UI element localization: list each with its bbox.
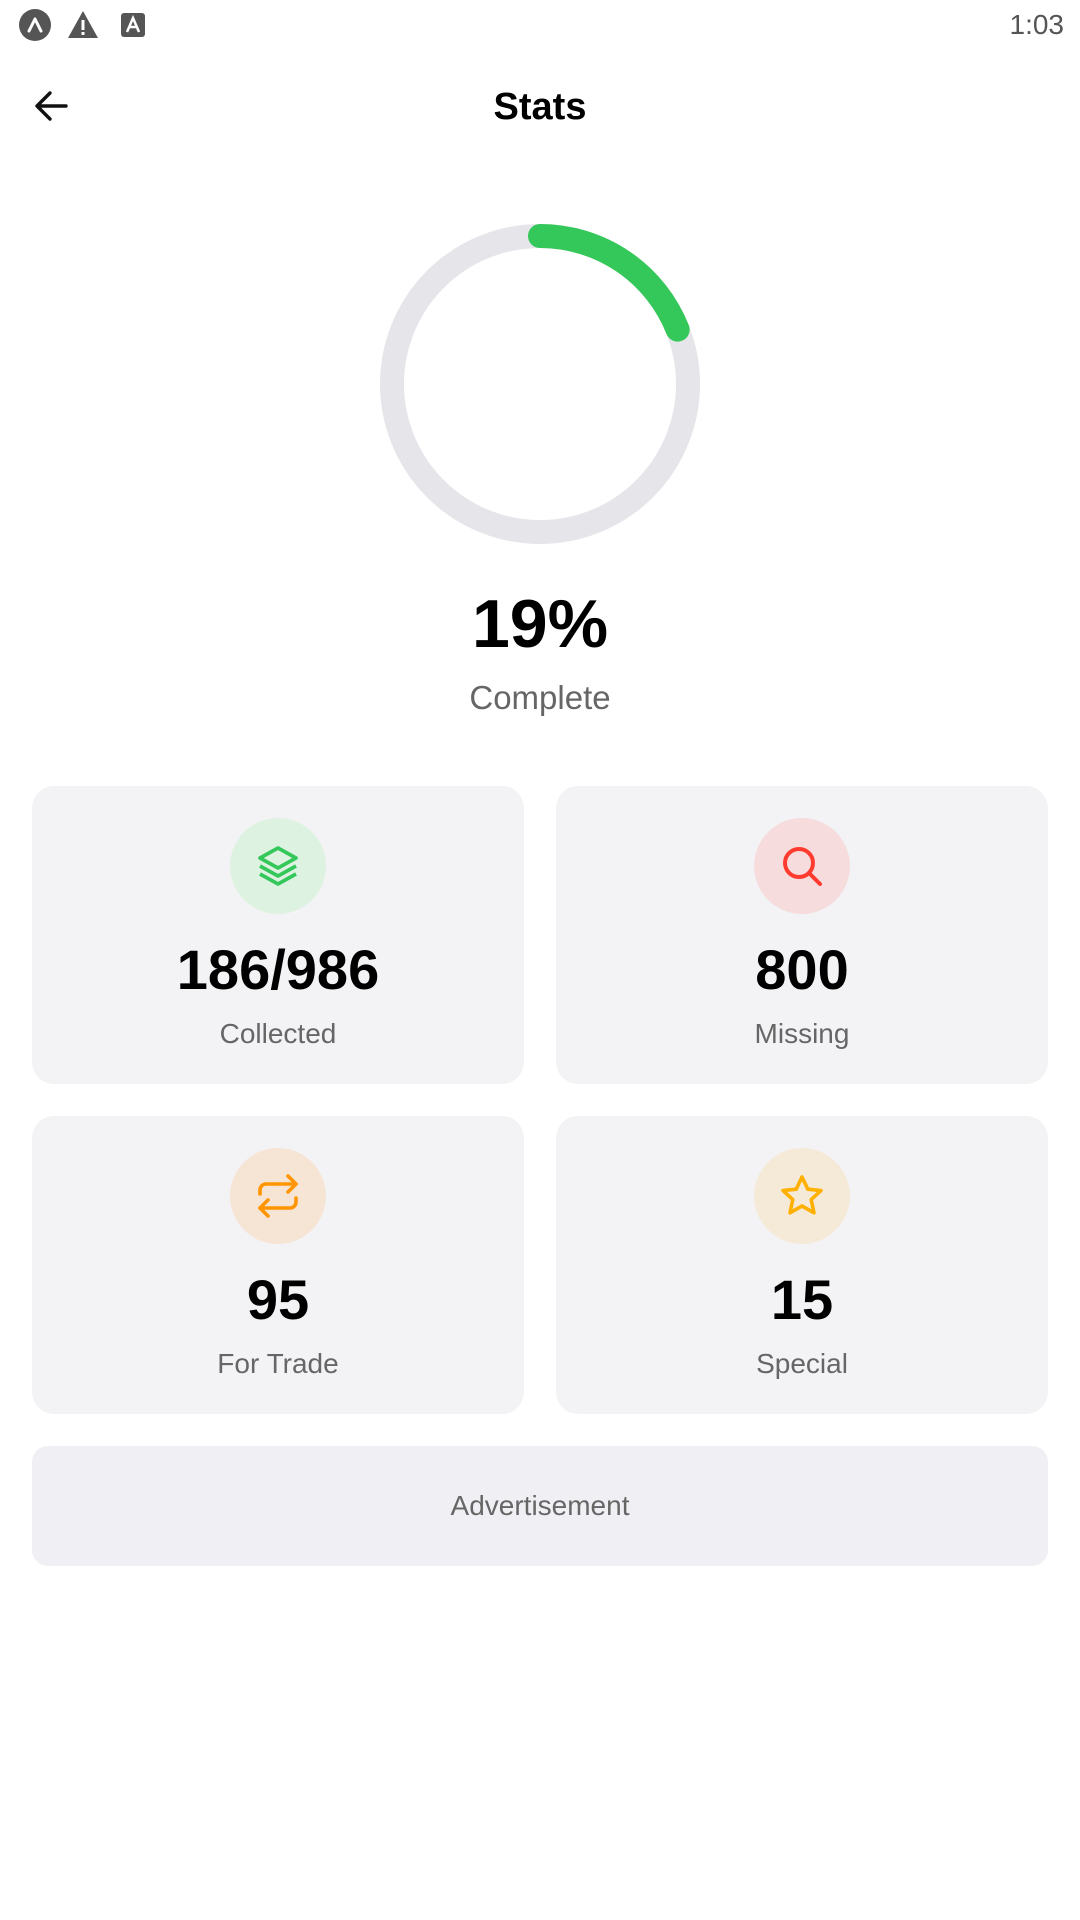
progress-ring [380,224,700,544]
card-icon-bg [230,1148,326,1244]
app-launcher-icon [18,8,52,42]
layers-icon [258,846,298,886]
stat-card-collected[interactable]: 186/986 Collected [32,786,524,1084]
warning-icon [66,8,100,42]
stat-value: 800 [755,938,849,1001]
status-bar: 1:03 [0,0,1080,50]
repeat-icon [258,1174,298,1218]
stat-card-missing[interactable]: 800 Missing [556,786,1048,1084]
text-a-icon [116,8,150,42]
page-title: Stats [493,86,587,128]
stat-label: Missing [754,1018,850,1049]
completion-percent: 19% [471,586,609,662]
stat-value: 15 [770,1268,834,1331]
advertisement-label: Advertisement [450,1490,630,1521]
stat-value: 186/986 [176,938,380,1001]
card-icon-bg [754,1148,850,1244]
stat-label: For Trade [217,1348,339,1379]
star-icon [781,1175,823,1215]
stat-card-for-trade[interactable]: 95 For Trade [32,1116,524,1414]
card-icon-bg [754,818,850,914]
completion-caption: Complete [469,679,611,716]
top-app-bar: Stats [0,54,1080,158]
status-time: 1:03 [1009,9,1065,40]
advertisement-banner[interactable]: Advertisement [32,1446,1048,1566]
card-icon-bg [230,818,326,914]
search-icon [783,847,822,886]
stat-card-special[interactable]: 15 Special [556,1116,1048,1414]
stat-value: 95 [246,1268,310,1331]
stat-label: Special [756,1348,848,1379]
stat-label: Collected [219,1018,337,1049]
